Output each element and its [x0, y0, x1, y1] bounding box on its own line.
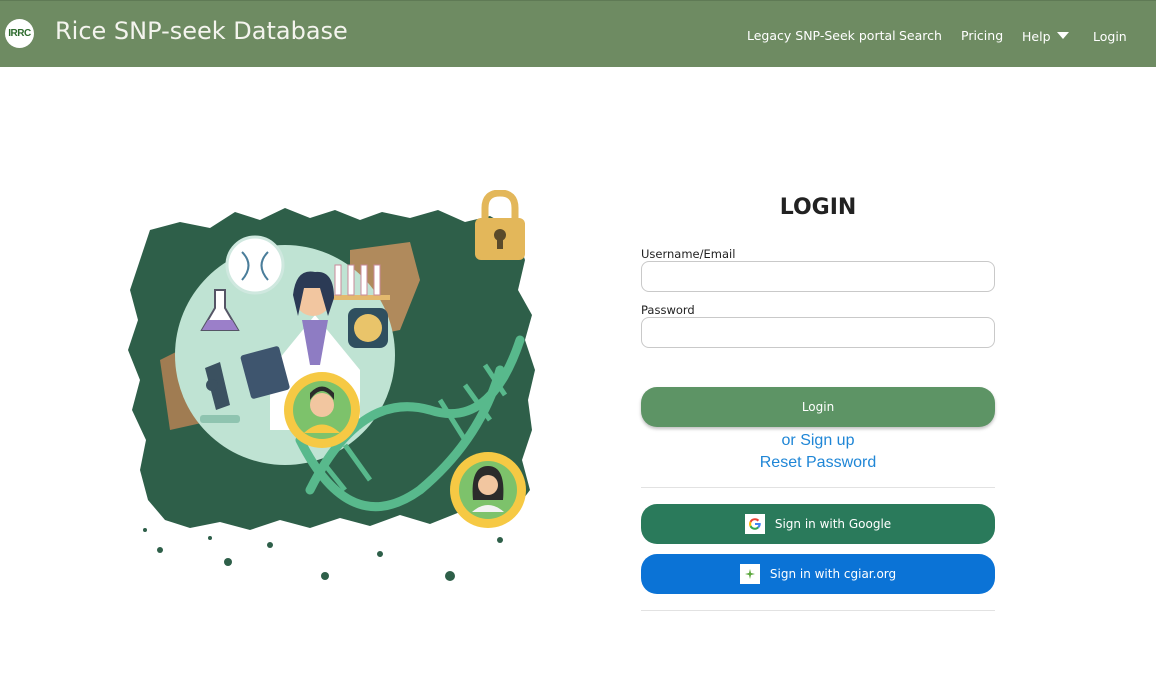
signup-link[interactable]: or Sign up — [641, 432, 995, 450]
reset-password-link[interactable]: Reset Password — [641, 454, 995, 472]
google-icon — [744, 514, 765, 534]
nav-pricing[interactable]: Pricing — [961, 28, 1003, 43]
username-field[interactable] — [641, 261, 995, 292]
google-signin-label: Sign in with Google — [774, 517, 892, 531]
male-avatar — [284, 372, 360, 448]
divider — [641, 487, 995, 488]
irrc-logo[interactable]: IRRC — [5, 19, 34, 48]
cgiar-signin-label: Sign in with cgiar.org — [769, 567, 897, 581]
padlock-icon — [475, 190, 525, 260]
bottom-divider — [641, 610, 995, 611]
top-navbar: IRRC Rice SNP-seek Database Legacy SNP-S… — [0, 0, 1156, 67]
password-label: Password — [641, 303, 695, 317]
nav-search[interactable]: Search — [899, 28, 942, 43]
cgiar-signin-button[interactable]: Sign in with cgiar.org — [641, 554, 995, 594]
female-avatar — [450, 452, 526, 528]
cgiar-icon — [739, 564, 760, 584]
login-button[interactable]: Login — [641, 387, 995, 427]
caret-down-icon[interactable] — [1057, 32, 1069, 39]
username-label: Username/Email — [641, 247, 736, 261]
nav-help[interactable]: Help — [1022, 29, 1051, 44]
dna-badge — [225, 235, 285, 295]
paint-splatter — [143, 528, 503, 581]
site-title[interactable]: Rice SNP-seek Database — [55, 17, 348, 45]
password-field[interactable] — [641, 317, 995, 348]
google-signin-button[interactable]: Sign in with Google — [641, 504, 995, 544]
login-button-label: Login — [801, 400, 835, 414]
scientist-illustration — [128, 190, 535, 581]
login-title: LOGIN — [779, 195, 857, 220]
nav-login[interactable]: Login — [1093, 29, 1127, 44]
nav-legacy-portal[interactable]: Legacy SNP-Seek portal — [747, 28, 896, 43]
